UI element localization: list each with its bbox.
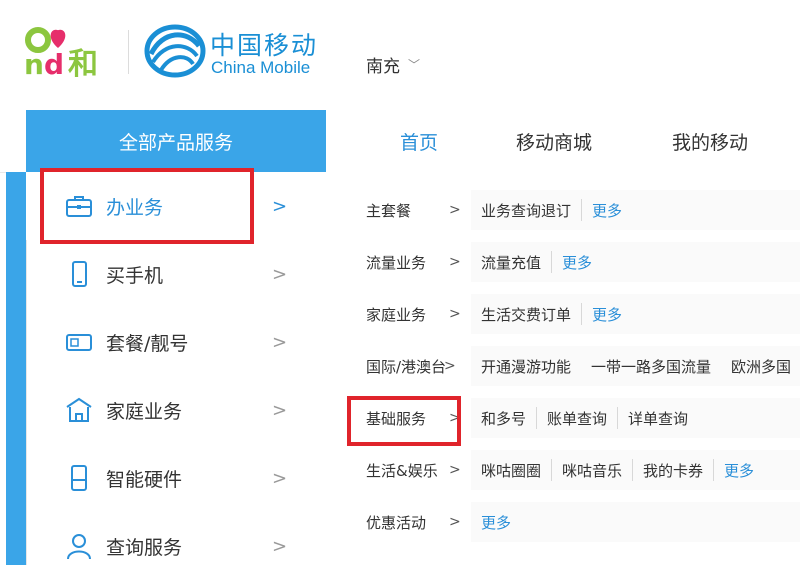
sidebar-item-label: 查询服务	[106, 536, 183, 559]
more-link[interactable]: 更多	[471, 512, 521, 533]
row-links: 开通漫游功能 一带一路多国流量 欧洲多国	[471, 340, 800, 392]
chevron-right-icon: >	[272, 399, 288, 421]
submenu-row-promotions: 优惠活动 > 更多	[326, 496, 800, 548]
nav-link-my-mobile[interactable]: 我的移动	[672, 110, 748, 172]
row-link[interactable]: 业务查询退订	[471, 200, 581, 221]
row-category[interactable]: 家庭业务	[366, 288, 426, 340]
logo-divider	[128, 30, 129, 74]
chevron-down-icon: ﹀	[408, 58, 421, 72]
row-category[interactable]: 主套餐	[366, 184, 411, 236]
sidebar-item-label: 智能硬件	[106, 468, 183, 491]
row-link[interactable]: 咪咕圈圈	[471, 460, 551, 481]
and-logo[interactable]: n d 和	[24, 22, 116, 80]
china-mobile-logo-cn: 中国移动	[210, 31, 319, 60]
chevron-right-icon: >	[449, 254, 461, 270]
china-mobile-logo-icon[interactable]	[143, 20, 207, 82]
nav-link-mall[interactable]: 移动商城	[516, 110, 592, 172]
row-link[interactable]: 一带一路多国流量	[581, 356, 721, 377]
sidebar-item-business[interactable]: 办业务 >	[26, 172, 326, 240]
briefcase-icon	[66, 196, 92, 217]
row-link[interactable]: 和多号	[471, 408, 536, 429]
row-category[interactable]: 基础服务	[366, 392, 426, 444]
home-icon	[66, 397, 92, 422]
row-link[interactable]: 账单查询	[537, 408, 617, 429]
row-link[interactable]: 流量充值	[471, 252, 551, 273]
svg-text:n: n	[24, 48, 44, 80]
more-link[interactable]: 更多	[582, 304, 632, 325]
sidebar-item-label: 套餐/靓号	[106, 332, 189, 355]
chevron-right-icon: >	[449, 410, 461, 426]
submenu-row-family: 家庭业务 > 生活交费订单 更多	[326, 288, 800, 340]
city-name: 南充	[366, 57, 400, 77]
chevron-right-icon: >	[272, 263, 288, 285]
phone-icon	[72, 261, 87, 287]
row-links: 业务查询退订 更多	[471, 184, 632, 236]
row-links: 和多号 账单查询 详单查询	[471, 392, 698, 444]
device-icon	[71, 465, 87, 491]
chevron-right-icon: >	[449, 202, 461, 218]
more-link[interactable]: 更多	[552, 252, 602, 273]
all-services-button[interactable]: 全部产品服务	[26, 110, 326, 172]
sidebar-item-buy-phone[interactable]: 买手机 >	[26, 240, 326, 308]
chevron-right-icon: >	[272, 195, 288, 217]
row-link[interactable]: 生活交费订单	[471, 304, 581, 325]
sim-card-icon	[66, 334, 92, 351]
city-selector[interactable]: 南充 ﹀	[366, 52, 420, 77]
row-links: 更多	[471, 496, 521, 548]
svg-text:d: d	[44, 48, 64, 80]
chevron-right-icon: >	[272, 467, 288, 489]
sidebar-item-label: 买手机	[106, 264, 164, 287]
more-link[interactable]: 更多	[582, 200, 632, 221]
row-link[interactable]: 我的卡券	[633, 460, 713, 481]
more-link[interactable]: 更多	[714, 460, 764, 481]
sidebar-item-family[interactable]: 家庭业务 >	[26, 376, 326, 444]
sidebar-item-label: 家庭业务	[106, 400, 183, 423]
chevron-right-icon: >	[449, 514, 461, 530]
row-category[interactable]: 流量业务	[366, 236, 426, 288]
row-links: 生活交费订单 更多	[471, 288, 632, 340]
row-category[interactable]: 国际/港澳台	[366, 340, 446, 392]
submenu-row-basic: 基础服务 > 和多号 账单查询 详单查询	[326, 392, 800, 444]
svg-text:和: 和	[68, 47, 98, 80]
chevron-right-icon: >	[449, 462, 461, 478]
row-links: 咪咕圈圈 咪咕音乐 我的卡券 更多	[471, 444, 764, 496]
chevron-right-icon: >	[444, 358, 456, 374]
sidebar-item-query[interactable]: 查询服务 >	[26, 512, 326, 580]
row-link[interactable]: 欧洲多国	[721, 356, 800, 377]
submenu-content: 主套餐 > 业务查询退订 更多 流量业务 > 流量充值 更多 家庭业务 > 生活…	[326, 172, 800, 565]
submenu-row-data: 流量业务 > 流量充值 更多	[326, 236, 800, 288]
submenu-row-entertainment: 生活&娱乐 > 咪咕圈圈 咪咕音乐 我的卡券 更多	[326, 444, 800, 496]
sidebar-item-smart-hardware[interactable]: 智能硬件 >	[26, 444, 326, 512]
nav-bar: 全部产品服务 首页 移动商城 我的移动	[0, 110, 800, 173]
nav-link-home[interactable]: 首页	[400, 110, 438, 172]
china-mobile-logo-en: China Mobile	[211, 58, 311, 77]
row-link[interactable]: 咪咕音乐	[552, 460, 632, 481]
row-link[interactable]: 详单查询	[618, 408, 698, 429]
user-icon	[67, 534, 91, 560]
row-category[interactable]: 生活&娱乐	[366, 444, 438, 496]
chevron-right-icon: >	[272, 331, 288, 353]
row-link[interactable]: 开通漫游功能	[471, 356, 581, 377]
submenu-row-international: 国际/港澳台 > 开通漫游功能 一带一路多国流量 欧洲多国	[326, 340, 800, 392]
chevron-right-icon: >	[272, 535, 288, 557]
sidebar-item-label: 办业务	[106, 196, 164, 219]
header: n d 和 中国移动 China Mobile 南充 ﹀	[0, 0, 800, 110]
sidebar-item-plans[interactable]: 套餐/靓号 >	[26, 308, 326, 376]
row-links: 流量充值 更多	[471, 236, 602, 288]
chevron-right-icon: >	[449, 306, 461, 322]
submenu-row-main-plan: 主套餐 > 业务查询退订 更多	[326, 184, 800, 236]
row-category[interactable]: 优惠活动	[366, 496, 426, 548]
